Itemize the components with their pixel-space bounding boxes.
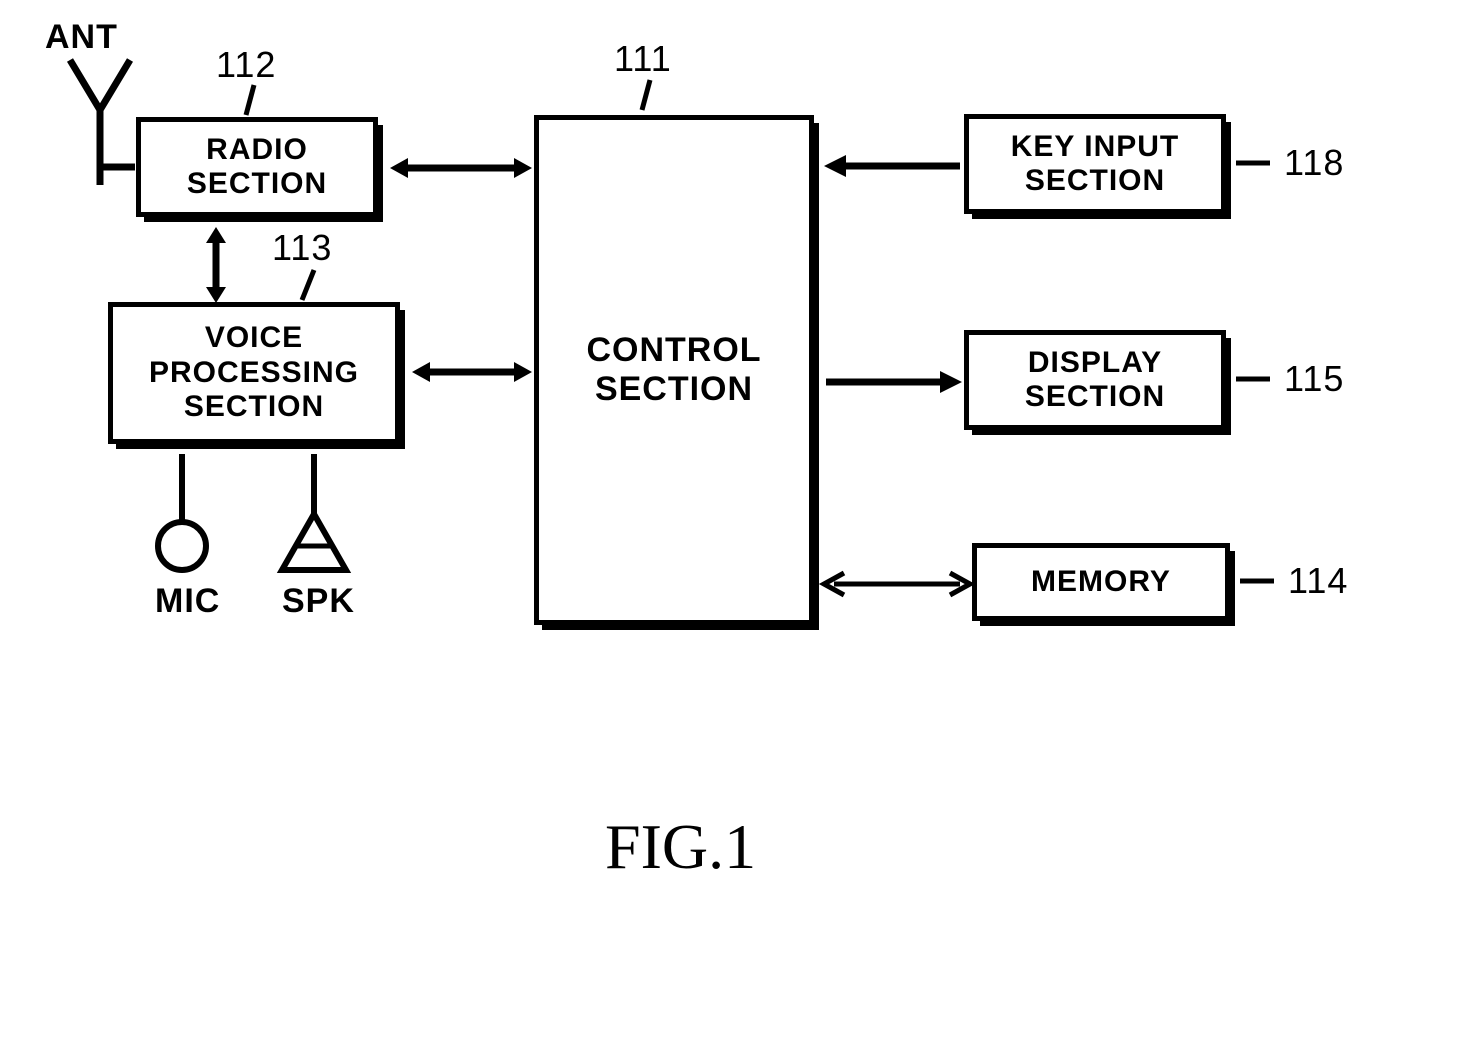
control-display-arrow	[820, 362, 966, 402]
ref-114: 114	[1288, 560, 1348, 602]
control-memory-arrow	[820, 564, 974, 604]
ref-111: 111	[614, 38, 672, 80]
ref-114-tick	[1238, 566, 1280, 596]
memory-box: MEMORY	[972, 543, 1230, 621]
radio-control-arrow	[386, 148, 536, 188]
control-section-label: CONTROL SECTION	[586, 331, 761, 409]
diagram-canvas: ANT 112 RADIO SECTION 113	[0, 0, 1461, 1047]
mic-label: MIC	[155, 582, 220, 621]
mic-icon	[152, 452, 232, 582]
ant-label: ANT	[45, 18, 118, 57]
control-section-box: CONTROL SECTION	[534, 115, 814, 625]
ref-118: 118	[1284, 142, 1344, 184]
tick-111	[636, 80, 658, 120]
radio-voice-arrow	[196, 225, 236, 305]
display-section-label: DISPLAY SECTION	[1025, 346, 1165, 415]
radio-section-box: RADIO SECTION	[136, 117, 378, 217]
key-input-label: KEY INPUT SECTION	[1011, 130, 1179, 199]
voice-processing-box: VOICE PROCESSING SECTION	[108, 302, 400, 444]
keyinput-control-arrow	[820, 146, 966, 186]
key-input-box: KEY INPUT SECTION	[964, 114, 1226, 214]
figure-caption: FIG.1	[605, 810, 756, 884]
ant-radio-wire	[95, 155, 145, 185]
speaker-icon	[276, 452, 376, 582]
memory-label: MEMORY	[1031, 565, 1171, 600]
ref-115: 115	[1284, 358, 1344, 400]
radio-section-label: RADIO SECTION	[187, 133, 327, 202]
ref-113: 113	[272, 227, 332, 269]
display-section-box: DISPLAY SECTION	[964, 330, 1226, 430]
ref-115-tick	[1234, 364, 1276, 394]
ref-118-tick	[1234, 148, 1276, 178]
ref-112: 112	[216, 44, 276, 86]
spk-label: SPK	[282, 582, 355, 621]
voice-processing-label: VOICE PROCESSING SECTION	[149, 321, 359, 425]
voice-control-arrow	[408, 352, 536, 392]
